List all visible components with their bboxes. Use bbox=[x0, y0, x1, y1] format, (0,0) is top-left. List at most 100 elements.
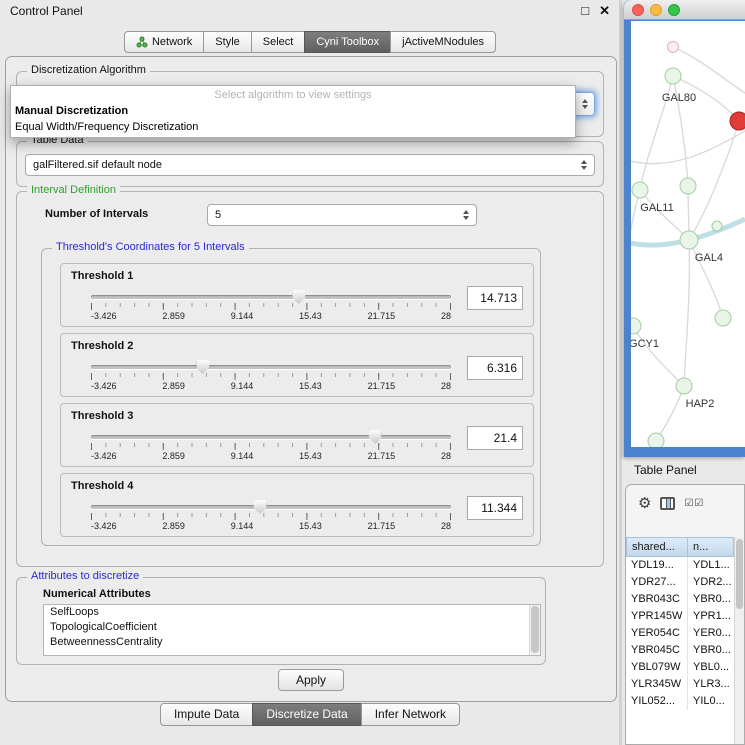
slider-track[interactable] bbox=[91, 505, 451, 509]
slider-handle[interactable] bbox=[254, 500, 267, 514]
cell[interactable]: YDR27... bbox=[626, 574, 688, 591]
node-gal4[interactable] bbox=[680, 231, 698, 249]
cell[interactable]: YIL052... bbox=[626, 693, 688, 710]
scale-label: 2.859 bbox=[162, 451, 185, 461]
column-header-shared-name[interactable]: shared... bbox=[626, 537, 688, 557]
tab-jactivemnodules[interactable]: jActiveMNodules bbox=[390, 31, 496, 53]
numerical-attributes-label: Numerical Attributes bbox=[43, 588, 151, 600]
column-header-name[interactable]: n... bbox=[688, 537, 734, 557]
network-canvas[interactable]: GAL80 GAL11 GAL4 GCY1 HAP2 bbox=[631, 21, 745, 447]
threshold-slider[interactable]: -3.426 2.859 9.144 15.43 21.715 28 bbox=[91, 289, 451, 321]
cell[interactable]: YBL079W bbox=[626, 659, 688, 676]
table-row[interactable]: YIL052...YIL0... bbox=[626, 693, 734, 710]
cell[interactable]: YER0... bbox=[688, 625, 734, 642]
tab-select[interactable]: Select bbox=[251, 31, 306, 53]
slider-ticks bbox=[91, 443, 451, 450]
cell[interactable]: YLR3... bbox=[688, 676, 734, 693]
slider-scale: -3.426 2.859 9.144 15.43 21.715 28 bbox=[91, 521, 451, 531]
node-gal11[interactable] bbox=[632, 182, 648, 198]
scale-label: 21.715 bbox=[368, 521, 396, 531]
table-row[interactable]: YPR145WYPR1... bbox=[626, 608, 734, 625]
threshold-value-field[interactable]: 11.344 bbox=[467, 496, 523, 520]
interval-definition-group: Interval Definition Number of Intervals … bbox=[16, 191, 604, 567]
tab-style[interactable]: Style bbox=[203, 31, 251, 53]
tab-infer-network[interactable]: Infer Network bbox=[361, 703, 460, 726]
scrollbar-thumb[interactable] bbox=[531, 606, 539, 653]
table-row[interactable]: YER054CYER0... bbox=[626, 625, 734, 642]
tab-discretize-data[interactable]: Discretize Data bbox=[252, 703, 361, 726]
scrollbar-thumb[interactable] bbox=[736, 539, 743, 609]
cell[interactable]: YLR345W bbox=[626, 676, 688, 693]
cell[interactable]: YPR145W bbox=[626, 608, 688, 625]
dropdown-option-manual[interactable]: Manual Discretization bbox=[11, 103, 575, 119]
node-gcy1[interactable] bbox=[631, 318, 641, 334]
scale-label: 9.144 bbox=[231, 451, 254, 461]
cell[interactable]: YBL0... bbox=[688, 659, 734, 676]
node-hap2[interactable] bbox=[676, 378, 692, 394]
cell[interactable]: YBR0... bbox=[688, 642, 734, 659]
threshold-value-field[interactable]: 14.713 bbox=[467, 286, 523, 310]
float-window-icon[interactable]: □ bbox=[581, 3, 589, 19]
node[interactable] bbox=[680, 178, 696, 194]
scale-label: 28 bbox=[441, 451, 451, 461]
tab-cyni-toolbox[interactable]: Cyni Toolbox bbox=[304, 31, 391, 53]
slider-track[interactable] bbox=[91, 435, 451, 439]
close-traffic-light[interactable] bbox=[632, 4, 644, 16]
slider-track[interactable] bbox=[91, 295, 451, 299]
list-item[interactable]: TopologicalCoefficient bbox=[44, 620, 540, 635]
select-columns-icon[interactable] bbox=[660, 497, 675, 510]
cell[interactable]: YER054C bbox=[626, 625, 688, 642]
node-gal80[interactable] bbox=[665, 68, 681, 84]
close-icon[interactable]: ✕ bbox=[599, 3, 610, 19]
table-panel-toolbar: ⚙ ☑☑ bbox=[626, 485, 744, 521]
slider-handle[interactable] bbox=[369, 430, 382, 444]
node-table: shared... n... YDL19...YDL1... YDR27...Y… bbox=[626, 537, 734, 744]
attributes-list[interactable]: SelfLoops TopologicalCoefficient Between… bbox=[43, 604, 541, 656]
table-data-combobox[interactable]: galFiltered.sif default node bbox=[25, 154, 595, 176]
slider-handle[interactable] bbox=[292, 290, 305, 304]
zoom-traffic-light[interactable] bbox=[668, 4, 680, 16]
slider-handle[interactable] bbox=[196, 360, 209, 374]
cell[interactable]: YBR045C bbox=[626, 642, 688, 659]
node[interactable] bbox=[668, 42, 679, 53]
table-row[interactable]: YLR345WYLR3... bbox=[626, 676, 734, 693]
panel-divider[interactable] bbox=[619, 0, 622, 745]
list-item[interactable]: SelfLoops bbox=[44, 605, 540, 620]
threshold-slider[interactable]: -3.426 2.859 9.144 15.43 21.715 28 bbox=[91, 429, 451, 461]
number-of-intervals-combobox[interactable]: 5 bbox=[207, 204, 477, 226]
table-row[interactable]: YBL079WYBL0... bbox=[626, 659, 734, 676]
threshold-slider[interactable]: -3.426 2.859 9.144 15.43 21.715 28 bbox=[91, 359, 451, 391]
tab-network[interactable]: Network bbox=[124, 31, 204, 53]
minimize-traffic-light[interactable] bbox=[650, 4, 662, 16]
threshold-value-field[interactable]: 21.4 bbox=[467, 426, 523, 450]
checkbox-icons[interactable]: ☑☑ bbox=[684, 498, 704, 509]
threshold-slider[interactable]: -3.426 2.859 9.144 15.43 21.715 28 bbox=[91, 499, 451, 531]
node[interactable] bbox=[715, 310, 731, 326]
node-red-selected[interactable] bbox=[730, 112, 745, 130]
table-vertical-scrollbar[interactable] bbox=[734, 537, 744, 744]
table-row[interactable]: YDR27...YDR2... bbox=[626, 574, 734, 591]
node[interactable] bbox=[712, 221, 722, 231]
cell[interactable]: YDR2... bbox=[688, 574, 734, 591]
scale-label: 21.715 bbox=[368, 311, 396, 321]
tab-label: Style bbox=[215, 32, 239, 52]
cell[interactable]: YDL19... bbox=[626, 557, 688, 574]
list-vertical-scrollbar[interactable] bbox=[529, 605, 540, 655]
network-window-titlebar[interactable] bbox=[624, 0, 745, 20]
apply-button[interactable]: Apply bbox=[278, 669, 344, 691]
table-row[interactable]: YDL19...YDL1... bbox=[626, 557, 734, 574]
settings-gear-icon[interactable]: ⚙ bbox=[638, 496, 651, 511]
table-row[interactable]: YBR043CYBR0... bbox=[626, 591, 734, 608]
list-item[interactable]: BetweennessCentrality bbox=[44, 635, 540, 650]
cell[interactable]: YDL1... bbox=[688, 557, 734, 574]
dropdown-option-equal-width[interactable]: Equal Width/Frequency Discretization bbox=[11, 119, 575, 135]
tab-impute-data[interactable]: Impute Data bbox=[160, 703, 253, 726]
table-row[interactable]: YBR045CYBR0... bbox=[626, 642, 734, 659]
cell[interactable]: YIL0... bbox=[688, 693, 734, 710]
slider-track[interactable] bbox=[91, 365, 451, 369]
cell[interactable]: YBR0... bbox=[688, 591, 734, 608]
threshold-value-field[interactable]: 6.316 bbox=[467, 356, 523, 380]
cell[interactable]: YBR043C bbox=[626, 591, 688, 608]
cell[interactable]: YPR1... bbox=[688, 608, 734, 625]
node[interactable] bbox=[648, 433, 664, 447]
